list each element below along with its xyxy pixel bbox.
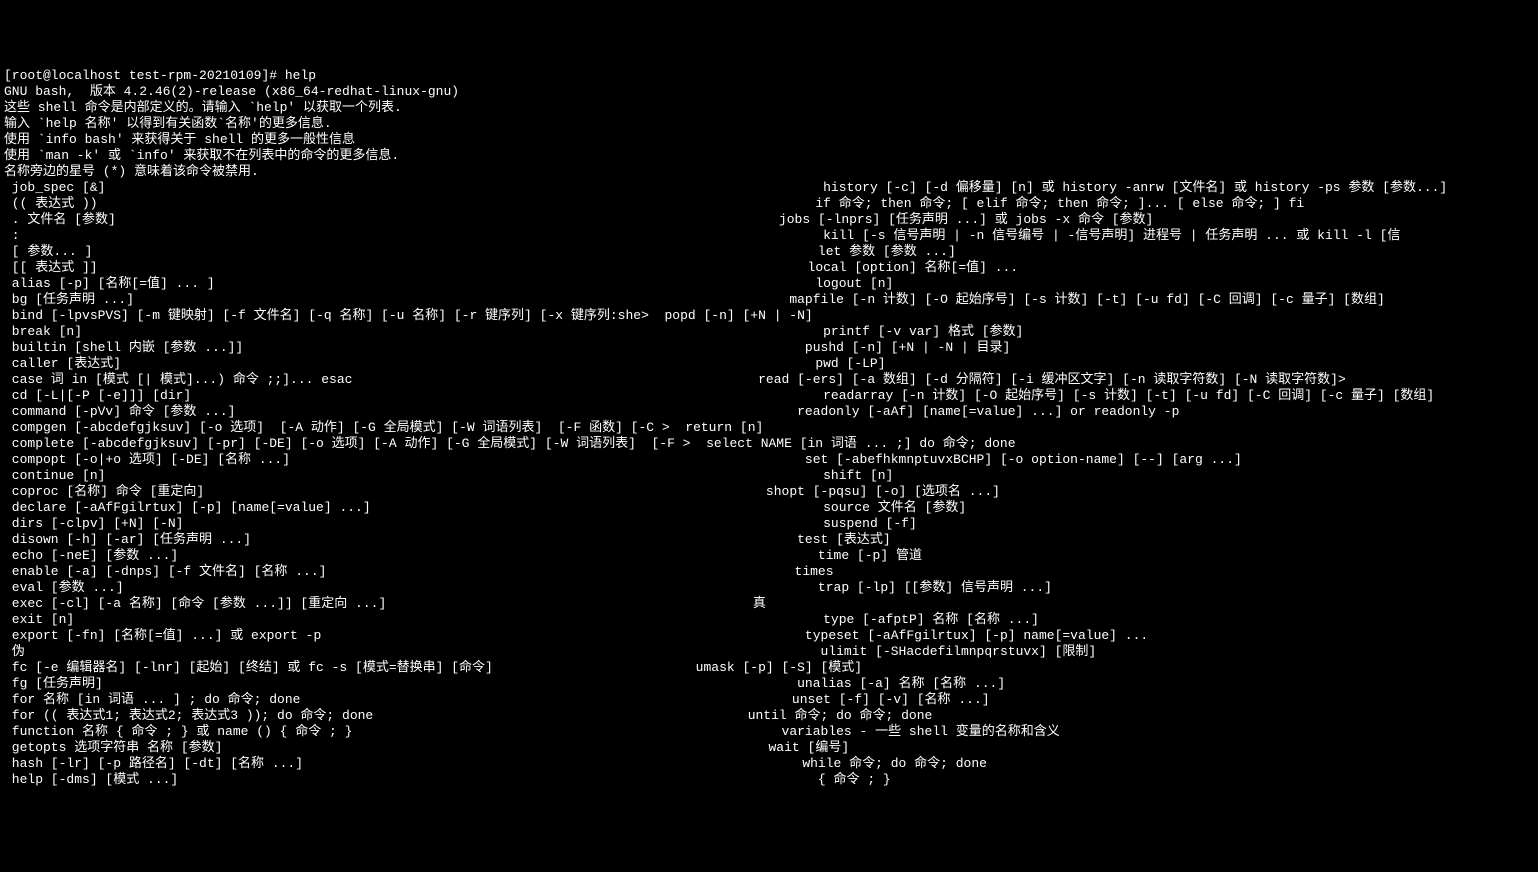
help-line: export [-fn] [名称[=值] ...] 或 export -p ty…	[4, 628, 1534, 644]
help-line: (( 表达式 )) if 命令; then 命令; [ elif 命令; the…	[4, 196, 1534, 212]
header-line: 输入 `help 名称' 以得到有关函数`名称'的更多信息.	[4, 116, 1534, 132]
help-line: . 文件名 [参数] jobs [-lnprs] [任务声明 ...] 或 jo…	[4, 212, 1534, 228]
help-line: cd [-L|[-P [-e]]] [dir] readarray [-n 计数…	[4, 388, 1534, 404]
help-line: exec [-cl] [-a 名称] [命令 [参数 ...]] [重定向 ..…	[4, 596, 1534, 612]
help-line: complete [-abcdefgjksuv] [-pr] [-DE] [-o…	[4, 436, 1534, 452]
help-line: eval [参数 ...] trap [-lp] [[参数] 信号声明 ...]	[4, 580, 1534, 596]
shell-prompt: [root@localhost test-rpm-20210109]# help	[4, 68, 1534, 84]
terminal-output[interactable]: [root@localhost test-rpm-20210109]# help…	[4, 68, 1534, 788]
help-line: caller [表达式] pwd [-LP]	[4, 356, 1534, 372]
help-line: 伪 ulimit [-SHacdefilmnpqrstuvx] [限制]	[4, 644, 1534, 660]
help-line: break [n] printf [-v var] 格式 [参数]	[4, 324, 1534, 340]
help-line: compopt [-o|+o 选项] [-DE] [名称 ...] set [-…	[4, 452, 1534, 468]
help-line: command [-pVv] 命令 [参数 ...] readonly [-aA…	[4, 404, 1534, 420]
help-line: builtin [shell 内嵌 [参数 ...]] pushd [-n] […	[4, 340, 1534, 356]
header-line: GNU bash, 版本 4.2.46(2)-release (x86_64-r…	[4, 84, 1534, 100]
help-line: dirs [-clpv] [+N] [-N] suspend [-f]	[4, 516, 1534, 532]
help-line: function 名称 { 命令 ; } 或 name () { 命令 ; } …	[4, 724, 1534, 740]
header-line: 名称旁边的星号 (*) 意味着该命令被禁用.	[4, 164, 1534, 180]
header-line: 使用 `man -k' 或 `info' 来获取不在列表中的命令的更多信息.	[4, 148, 1534, 164]
help-line: case 词 in [模式 [| 模式]...) 命令 ;;]... esac …	[4, 372, 1534, 388]
help-line: job_spec [&] history [-c] [-d 偏移量] [n] 或…	[4, 180, 1534, 196]
help-line: continue [n] shift [n]	[4, 468, 1534, 484]
help-line: exit [n] type [-afptP] 名称 [名称 ...]	[4, 612, 1534, 628]
help-line: declare [-aAfFgilrtux] [-p] [name[=value…	[4, 500, 1534, 516]
help-line: alias [-p] [名称[=值] ... ] logout [n]	[4, 276, 1534, 292]
help-line: echo [-neE] [参数 ...] time [-p] 管道	[4, 548, 1534, 564]
help-line: bg [任务声明 ...] mapfile [-n 计数] [-O 起始序号] …	[4, 292, 1534, 308]
help-line: for 名称 [in 词语 ... ] ; do 命令; done unset …	[4, 692, 1534, 708]
help-line: bind [-lpvsPVS] [-m 键映射] [-f 文件名] [-q 名称…	[4, 308, 1534, 324]
help-line: [ 参数... ] let 参数 [参数 ...]	[4, 244, 1534, 260]
help-line: fg [任务声明] unalias [-a] 名称 [名称 ...]	[4, 676, 1534, 692]
help-line: hash [-lr] [-p 路径名] [-dt] [名称 ...] while…	[4, 756, 1534, 772]
help-line: [[ 表达式 ]] local [option] 名称[=值] ...	[4, 260, 1534, 276]
help-line: compgen [-abcdefgjksuv] [-o 选项] [-A 动作] …	[4, 420, 1534, 436]
help-line: getopts 选项字符串 名称 [参数] wait [编号]	[4, 740, 1534, 756]
header-line: 使用 `info bash' 来获得关于 shell 的更多一般性信息	[4, 132, 1534, 148]
help-line: : kill [-s 信号声明 | -n 信号编号 | -信号声明] 进程号 |…	[4, 228, 1534, 244]
help-line: coproc [名称] 命令 [重定向] shopt [-pqsu] [-o] …	[4, 484, 1534, 500]
help-line: fc [-e 编辑器名] [-lnr] [起始] [终结] 或 fc -s [模…	[4, 660, 1534, 676]
help-line: help [-dms] [模式 ...] { 命令 ; }	[4, 772, 1534, 788]
help-line: disown [-h] [-ar] [任务声明 ...] test [表达式]	[4, 532, 1534, 548]
header-line: 这些 shell 命令是内部定义的。请输入 `help' 以获取一个列表.	[4, 100, 1534, 116]
help-line: for (( 表达式1; 表达式2; 表达式3 )); do 命令; done …	[4, 708, 1534, 724]
help-line: enable [-a] [-dnps] [-f 文件名] [名称 ...] ti…	[4, 564, 1534, 580]
